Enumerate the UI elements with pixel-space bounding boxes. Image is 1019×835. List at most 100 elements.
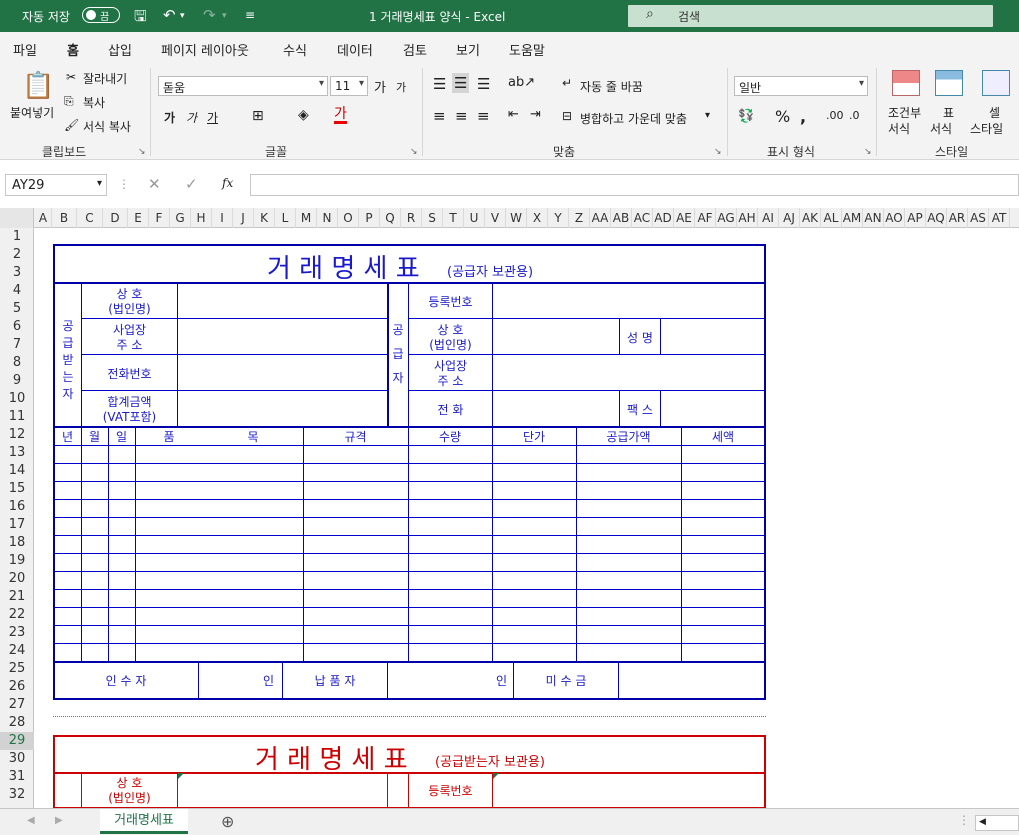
column-header[interactable]: E (128, 208, 149, 228)
row-header[interactable]: 32 (0, 786, 34, 804)
column-header[interactable]: AO (884, 208, 905, 228)
column-header[interactable]: K (254, 208, 275, 228)
autosave-toggle[interactable]: 끔 (82, 7, 120, 23)
number-format-select[interactable]: 일반 ▾ (734, 76, 868, 96)
column-header[interactable]: U (464, 208, 485, 228)
column-header[interactable]: Z (569, 208, 590, 228)
column-header[interactable]: W (506, 208, 527, 228)
row-header[interactable]: 7 (0, 336, 34, 354)
name-box[interactable]: AY29 ▾ (5, 174, 107, 196)
percent-icon[interactable]: % (775, 107, 790, 126)
column-header[interactable]: N (317, 208, 338, 228)
row-header[interactable]: 22 (0, 606, 34, 624)
align-left-icon[interactable]: ≡ (433, 107, 446, 125)
row-header[interactable]: 4 (0, 282, 34, 300)
column-header[interactable]: Y (548, 208, 569, 228)
row-header[interactable]: 26 (0, 678, 34, 696)
column-header[interactable]: V (485, 208, 506, 228)
border-icon[interactable]: ⊞ (252, 108, 264, 124)
format-as-table-icon[interactable] (935, 70, 963, 96)
paste-icon[interactable]: 📋 (22, 71, 54, 101)
row-header[interactable]: 30 (0, 750, 34, 768)
tab-review[interactable]: 검토 (403, 40, 427, 59)
chevron-down-icon[interactable]: ▾ (97, 178, 102, 189)
comma-icon[interactable]: , (800, 107, 806, 126)
column-header[interactable]: D (103, 208, 128, 228)
column-header[interactable]: O (338, 208, 359, 228)
worksheet-grid[interactable]: 거 래 명 세 표 (공급자 보관용) 공급받는자 공급자 상 호 (법인명) … (35, 228, 1019, 808)
column-header[interactable]: I (212, 208, 233, 228)
column-header[interactable]: AE (674, 208, 695, 228)
column-header[interactable]: Q (380, 208, 401, 228)
column-header[interactable]: AN (863, 208, 884, 228)
column-header[interactable]: AR (947, 208, 968, 228)
column-header[interactable]: AQ (926, 208, 947, 228)
format-as-table-button[interactable]: 표 (943, 104, 954, 121)
row-header[interactable]: 1 (0, 228, 34, 246)
select-all-button[interactable] (0, 208, 34, 228)
fill-color-icon[interactable]: ◈ (298, 107, 309, 123)
row-header[interactable]: 16 (0, 498, 34, 516)
tab-help[interactable]: 도움말 (509, 40, 545, 59)
row-header[interactable]: 28 (0, 714, 34, 732)
row-header[interactable]: 17 (0, 516, 34, 534)
format-painter-button[interactable]: 서식 복사 (83, 118, 131, 135)
tab-file[interactable]: 파일 (13, 40, 37, 59)
chevron-down-icon[interactable]: ▾ (705, 110, 710, 121)
column-header[interactable]: P (359, 208, 380, 228)
copy-icon[interactable]: ⎘ (64, 94, 74, 109)
row-header[interactable]: 20 (0, 570, 34, 588)
row-header[interactable]: 27 (0, 696, 34, 714)
column-header[interactable]: R (401, 208, 422, 228)
increase-decimal-icon[interactable]: .00 (826, 109, 844, 122)
row-header[interactable]: 5 (0, 300, 34, 318)
column-header[interactable]: AT (989, 208, 1010, 228)
column-header[interactable]: AI (758, 208, 779, 228)
row-header[interactable]: 19 (0, 552, 34, 570)
tab-formulas[interactable]: 수식 (283, 40, 307, 59)
row-header[interactable]: 9 (0, 372, 34, 390)
accounting-icon[interactable]: 💱 (738, 109, 754, 124)
row-header[interactable]: 24 (0, 642, 34, 660)
column-header[interactable]: AC (632, 208, 653, 228)
add-sheet-icon[interactable]: ⊕ (221, 812, 234, 831)
number-launcher-icon[interactable]: ↘ (864, 147, 872, 157)
row-header[interactable]: 18 (0, 534, 34, 552)
row-header[interactable]: 10 (0, 390, 34, 408)
cell-styles-icon[interactable] (982, 70, 1010, 96)
redo-dropdown-icon[interactable]: ▾ (222, 11, 227, 21)
column-header[interactable]: AD (653, 208, 674, 228)
column-header[interactable]: L (275, 208, 296, 228)
shrink-font-button[interactable]: 가 (396, 79, 406, 95)
font-color-icon[interactable]: 가 (334, 107, 347, 124)
cut-icon[interactable]: ✂ (66, 70, 76, 84)
row-header[interactable]: 14 (0, 462, 34, 480)
column-header[interactable]: AL (821, 208, 842, 228)
column-header[interactable]: S (422, 208, 443, 228)
tab-view[interactable]: 보기 (456, 40, 480, 59)
column-header[interactable]: AF (695, 208, 716, 228)
row-header[interactable]: 25 (0, 660, 34, 678)
wrap-icon[interactable]: ↵ (562, 76, 572, 90)
column-header[interactable]: C (77, 208, 103, 228)
bold-button[interactable]: 가 (164, 109, 175, 126)
column-header[interactable]: T (443, 208, 464, 228)
align-bottom-icon[interactable]: ☰ (477, 75, 490, 93)
decrease-decimal-icon[interactable]: .0 (849, 109, 860, 122)
tab-page-layout[interactable]: 페이지 레이아웃 (161, 40, 249, 59)
wrap-text-button[interactable]: 자동 줄 바꿈 (580, 78, 643, 95)
row-header[interactable]: 11 (0, 408, 34, 426)
insert-function-icon[interactable]: fx (222, 176, 233, 190)
horizontal-scrollbar[interactable]: ◀ (975, 815, 1019, 831)
column-header[interactable]: X (527, 208, 548, 228)
align-middle-icon[interactable]: ☰ (452, 73, 470, 93)
alignment-launcher-icon[interactable]: ↘ (714, 147, 722, 157)
orientation-icon[interactable]: ab↗ (508, 75, 535, 90)
column-header[interactable]: J (233, 208, 254, 228)
column-header[interactable]: A (35, 208, 52, 228)
redo-icon[interactable]: ↷ (203, 6, 216, 24)
align-right-icon[interactable]: ≡ (477, 107, 490, 125)
underline-button[interactable]: 가 (207, 109, 218, 126)
align-top-icon[interactable]: ☰ (433, 75, 446, 93)
cell-styles-button[interactable]: 셀 (989, 104, 1000, 121)
